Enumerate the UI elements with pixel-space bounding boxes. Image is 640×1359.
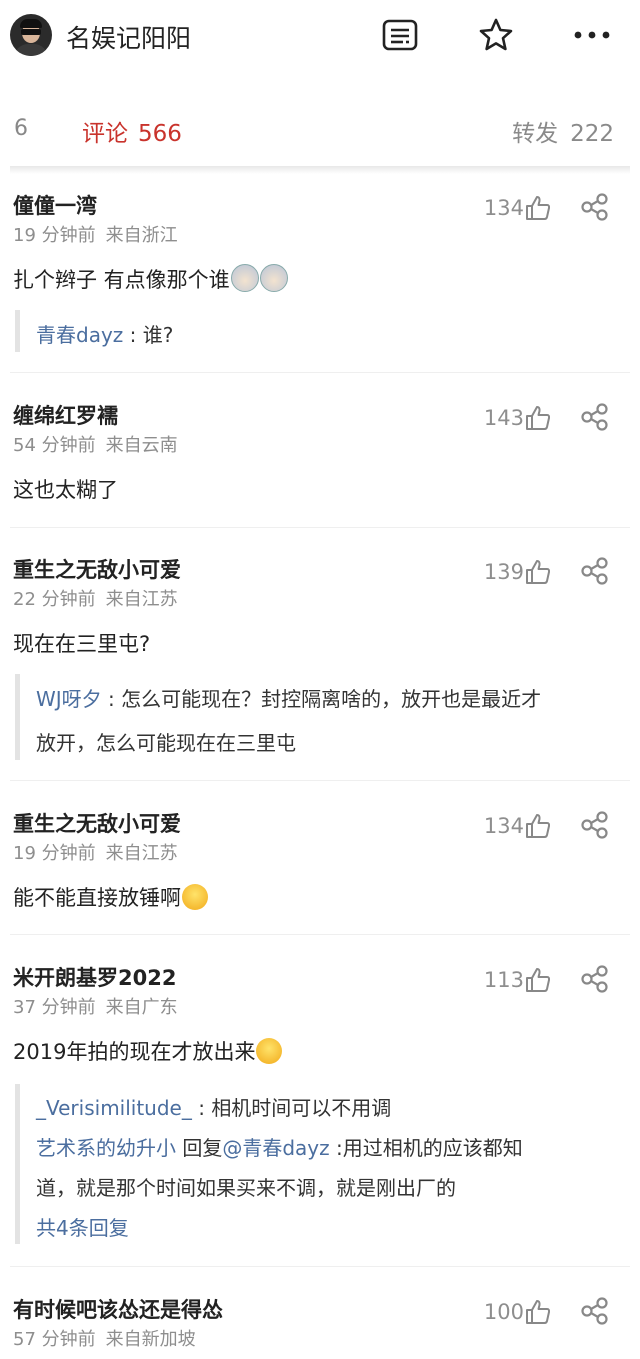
comment-text: 这也太糊了 bbox=[13, 478, 118, 502]
comment-meta: 57 分钟前 来自新加坡 bbox=[13, 1325, 196, 1351]
reply-line: 放开，怎么可能现在在三里屯 bbox=[36, 731, 296, 755]
account-name[interactable]: 名娱记阳阳 bbox=[66, 19, 191, 55]
comment-meta: 37 分钟前 来自广东 bbox=[13, 993, 178, 1019]
comment-location: 来自江苏 bbox=[105, 589, 178, 610]
emoji-icon bbox=[230, 264, 259, 292]
comment-author[interactable]: 缠绵红罗襦 bbox=[13, 400, 118, 430]
tab-comments[interactable]: 评论 566 bbox=[82, 114, 182, 148]
top-bar: 名娱记阳阳 bbox=[0, 0, 640, 74]
emoji-icon bbox=[259, 264, 288, 292]
like-count: 143 bbox=[483, 406, 524, 430]
comment-meta: 54 分钟前 来自云南 bbox=[13, 431, 178, 457]
like-count: 100 bbox=[483, 1300, 524, 1324]
thumb-up-icon[interactable] bbox=[525, 195, 551, 221]
more-icon[interactable] bbox=[573, 16, 611, 54]
share-icon[interactable] bbox=[580, 403, 610, 431]
star-icon[interactable] bbox=[477, 16, 515, 54]
comment-time: 19 分钟前 bbox=[13, 225, 96, 246]
reply-line: WJ呀夕 : 怎么可能现在？封控隔离啥的，放开也是最近才 bbox=[36, 687, 542, 711]
tab-bar: 6 评论 566 转发 222 bbox=[0, 100, 640, 160]
like-count: 113 bbox=[483, 968, 524, 992]
comment-meta: 22 分钟前 来自江苏 bbox=[13, 585, 178, 611]
divider bbox=[10, 934, 630, 935]
share-icon[interactable] bbox=[580, 811, 610, 839]
like-count: 134 bbox=[483, 196, 524, 220]
reply-user-link[interactable]: 青春dayz bbox=[36, 323, 123, 347]
more-replies-link[interactable]: 共4条回复 bbox=[36, 1212, 129, 1241]
mention-link[interactable]: @青春dayz bbox=[222, 1136, 329, 1160]
tab-reposts[interactable]: 转发 222 bbox=[512, 114, 614, 148]
comment-location: 来自云南 bbox=[105, 435, 178, 456]
thumb-up-icon[interactable] bbox=[525, 813, 551, 839]
reply-line: _Verisimilitude_ : 相机时间可以不用调 bbox=[36, 1096, 392, 1120]
avatar[interactable] bbox=[10, 14, 52, 56]
comment-text: 2019年拍的现在才放出来 bbox=[13, 1036, 283, 1066]
emoji-icon bbox=[182, 884, 208, 910]
like-count: 134 bbox=[483, 814, 524, 838]
share-icon[interactable] bbox=[580, 1297, 610, 1325]
tab-shadow bbox=[10, 166, 630, 174]
comment-text: 现在在三里屯? bbox=[13, 632, 151, 656]
reply-user-link[interactable]: WJ呀夕 bbox=[36, 687, 102, 711]
comment-time: 37 分钟前 bbox=[13, 997, 96, 1018]
reply-line: 道，就是那个时间如果买来不调，就是刚出厂的 bbox=[36, 1176, 456, 1200]
thumb-up-icon[interactable] bbox=[525, 559, 551, 585]
comment-time: 19 分钟前 bbox=[13, 843, 96, 864]
like-count: 139 bbox=[483, 560, 524, 584]
comment-meta: 19 分钟前 来自江苏 bbox=[13, 839, 178, 865]
share-icon[interactable] bbox=[580, 965, 610, 993]
comment-location: 来自广东 bbox=[105, 997, 178, 1018]
comment-location: 来自江苏 bbox=[105, 843, 178, 864]
share-icon[interactable] bbox=[580, 193, 610, 221]
divider bbox=[10, 780, 630, 781]
comment-author[interactable]: 重生之无敌小可爱 bbox=[13, 808, 181, 838]
comment-meta: 19 分钟前 来自浙江 bbox=[13, 221, 178, 247]
divider bbox=[10, 527, 630, 528]
comment-time: 22 分钟前 bbox=[13, 589, 96, 610]
tab-comments-count: 566 bbox=[138, 121, 182, 147]
comment-author[interactable]: 米开朗基罗2022 bbox=[13, 962, 176, 992]
article-icon[interactable] bbox=[381, 16, 419, 54]
comment-time: 54 分钟前 bbox=[13, 435, 96, 456]
comment-location: 来自浙江 bbox=[105, 225, 178, 246]
comment-text: 扎个辫子 有点像那个谁 bbox=[13, 264, 288, 294]
thumb-up-icon[interactable] bbox=[525, 1299, 551, 1325]
comment-author[interactable]: 僮僮一湾 bbox=[13, 190, 97, 220]
emoji-icon bbox=[256, 1038, 283, 1064]
comment-author[interactable]: 重生之无敌小可爱 bbox=[13, 554, 181, 584]
divider bbox=[10, 1266, 630, 1267]
reply-line: 艺术系的幼升小 回复@青春dayz :用过相机的应该都知 bbox=[36, 1136, 523, 1160]
comment-author[interactable]: 有时候吧该怂还是得怂 bbox=[13, 1294, 223, 1324]
thumb-up-icon[interactable] bbox=[525, 405, 551, 431]
comment-text: 能不能直接放锤啊 bbox=[13, 882, 208, 912]
reply-user-link[interactable]: _Verisimilitude_ bbox=[36, 1096, 192, 1120]
share-icon[interactable] bbox=[580, 557, 610, 585]
divider bbox=[10, 372, 630, 373]
reply-user-link[interactable]: 艺术系的幼升小 bbox=[36, 1136, 176, 1160]
tab-reposts-label: 转发 bbox=[512, 121, 559, 147]
tab-reposts-count: 222 bbox=[570, 121, 614, 147]
comment-location: 来自新加坡 bbox=[105, 1329, 196, 1350]
reply-line: 青春dayz : 谁? bbox=[36, 323, 174, 347]
tab-likes[interactable]: 6 bbox=[14, 116, 28, 141]
thumb-up-icon[interactable] bbox=[525, 967, 551, 993]
tab-comments-label: 评论 bbox=[82, 121, 128, 147]
comment-time: 57 分钟前 bbox=[13, 1329, 96, 1350]
